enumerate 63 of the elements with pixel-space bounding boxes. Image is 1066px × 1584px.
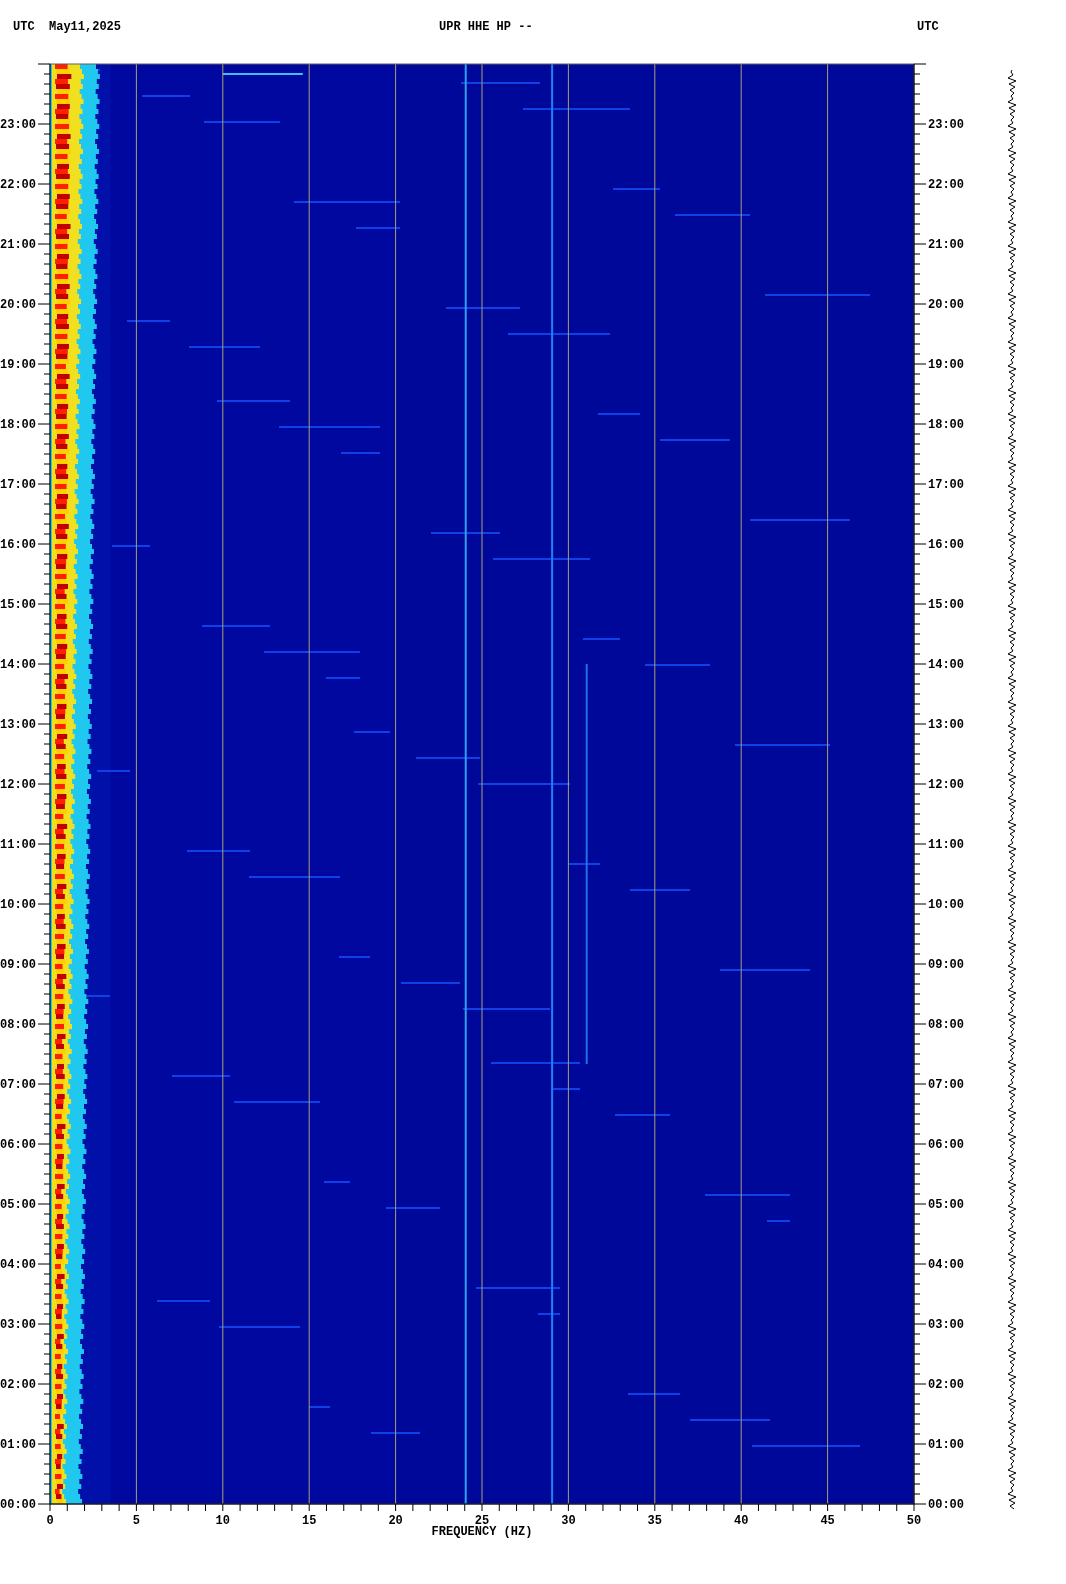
hour-label: 11:00 bbox=[0, 838, 36, 852]
hour-label: 12:00 bbox=[0, 778, 36, 792]
hour-label: 01:00 bbox=[928, 1438, 964, 1452]
hour-label: 14:00 bbox=[0, 658, 36, 672]
hour-label: 08:00 bbox=[928, 1018, 964, 1032]
frequency-tick-label: 5 bbox=[132, 1514, 140, 1528]
hour-label: 00:00 bbox=[0, 1498, 36, 1512]
hour-label: 05:00 bbox=[0, 1198, 36, 1212]
hour-label: 01:00 bbox=[0, 1438, 36, 1452]
frequency-tick-label: 10 bbox=[215, 1514, 230, 1528]
hour-label: 03:00 bbox=[0, 1318, 36, 1332]
hour-label: 07:00 bbox=[928, 1078, 964, 1092]
frequency-tick-label: 45 bbox=[820, 1514, 835, 1528]
hour-label: 17:00 bbox=[0, 478, 36, 492]
hour-label: 15:00 bbox=[0, 598, 36, 612]
hour-label: 10:00 bbox=[928, 898, 964, 912]
hour-label: 08:00 bbox=[0, 1018, 36, 1032]
hour-label: 04:00 bbox=[928, 1258, 964, 1272]
hour-label: 13:00 bbox=[0, 718, 36, 732]
hour-label: 22:00 bbox=[0, 178, 36, 192]
hour-label: 12:00 bbox=[928, 778, 964, 792]
frequency-tick-label: 50 bbox=[906, 1514, 922, 1528]
hour-label: 11:00 bbox=[928, 838, 964, 852]
hour-label: 02:00 bbox=[0, 1378, 36, 1392]
frequency-tick-label: 20 bbox=[388, 1514, 403, 1528]
hour-label: 21:00 bbox=[0, 238, 36, 252]
timezone-label: UTC bbox=[13, 20, 35, 34]
hour-label: 13:00 bbox=[928, 718, 964, 732]
hour-label: 18:00 bbox=[0, 418, 36, 432]
hour-label: 19:00 bbox=[0, 358, 36, 372]
hour-label: 21:00 bbox=[928, 238, 964, 252]
frequency-tick-label: 30 bbox=[561, 1514, 576, 1528]
hour-label: 20:00 bbox=[928, 298, 964, 312]
hour-label: 23:00 bbox=[0, 118, 36, 132]
frequency-tick-label: 40 bbox=[734, 1514, 749, 1528]
hour-label: 18:00 bbox=[928, 418, 964, 432]
hour-label: 03:00 bbox=[928, 1318, 964, 1332]
hour-label: 02:00 bbox=[928, 1378, 964, 1392]
hour-label: 06:00 bbox=[0, 1138, 36, 1152]
axis-title: FREQUENCY (HZ) bbox=[431, 1525, 533, 1539]
date-label: May11,2025 bbox=[49, 20, 121, 34]
hour-label: 10:00 bbox=[0, 898, 36, 912]
hour-label: 07:00 bbox=[0, 1078, 36, 1092]
hour-label: 09:00 bbox=[0, 958, 36, 972]
hour-label: 04:00 bbox=[0, 1258, 36, 1272]
hour-label: 09:00 bbox=[928, 958, 964, 972]
hour-label: 16:00 bbox=[0, 538, 36, 552]
hour-label: 22:00 bbox=[928, 178, 964, 192]
frequency-tick-label: 15 bbox=[302, 1514, 317, 1528]
hour-label: 17:00 bbox=[928, 478, 964, 492]
hour-label: 06:00 bbox=[928, 1138, 964, 1152]
hour-label: 19:00 bbox=[928, 358, 964, 372]
hour-label: 16:00 bbox=[928, 538, 964, 552]
hour-label: 00:00 bbox=[928, 1498, 964, 1512]
plot-title: UPR HHE HP -- bbox=[439, 20, 533, 34]
frequency-tick-label: 0 bbox=[46, 1514, 54, 1528]
frequency-tick-label: 35 bbox=[647, 1514, 662, 1528]
hour-label: 14:00 bbox=[928, 658, 964, 672]
hour-label: 23:00 bbox=[928, 118, 964, 132]
timezone-label: UTC bbox=[917, 20, 939, 34]
hour-label: 15:00 bbox=[928, 598, 964, 612]
hour-label: 20:00 bbox=[0, 298, 36, 312]
hour-label: 05:00 bbox=[928, 1198, 964, 1212]
